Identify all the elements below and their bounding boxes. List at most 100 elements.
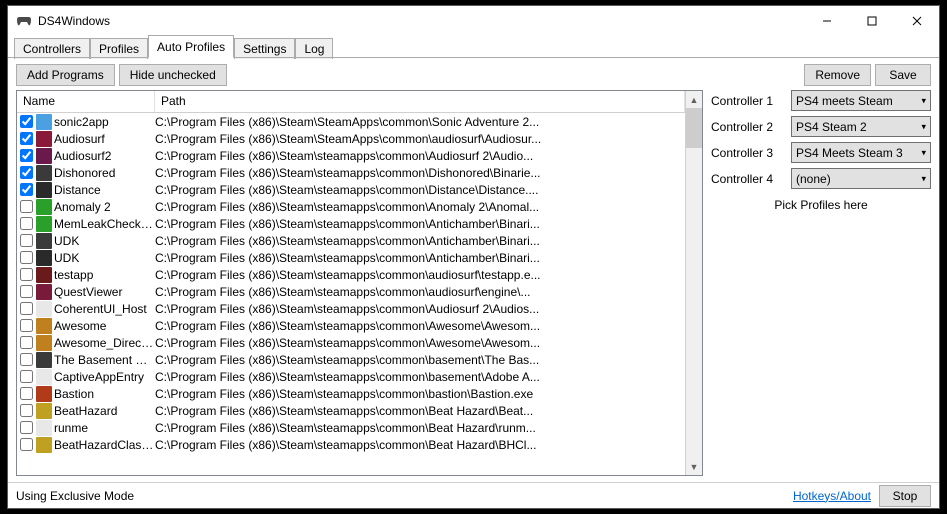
- program-icon: [36, 352, 52, 368]
- row-checkbox[interactable]: [20, 319, 33, 332]
- table-row[interactable]: The Basement Coll...C:\Program Files (x8…: [17, 351, 685, 368]
- scroll-track[interactable]: [686, 108, 702, 458]
- program-name: QuestViewer: [54, 285, 155, 299]
- table-row[interactable]: MemLeakCheckDif...C:\Program Files (x86)…: [17, 215, 685, 232]
- row-checkbox[interactable]: [20, 336, 33, 349]
- controller-1-profile-select[interactable]: PS4 meets Steam▾: [791, 90, 931, 111]
- table-row[interactable]: AudiosurfC:\Program Files (x86)\Steam\St…: [17, 130, 685, 147]
- add-programs-button[interactable]: Add Programs: [16, 64, 115, 86]
- table-row[interactable]: QuestViewerC:\Program Files (x86)\Steam\…: [17, 283, 685, 300]
- row-checkbox[interactable]: [20, 387, 33, 400]
- table-row[interactable]: CoherentUI_HostC:\Program Files (x86)\St…: [17, 300, 685, 317]
- table-row[interactable]: sonic2appC:\Program Files (x86)\Steam\St…: [17, 113, 685, 130]
- table-row[interactable]: DishonoredC:\Program Files (x86)\Steam\s…: [17, 164, 685, 181]
- row-checkbox[interactable]: [20, 421, 33, 434]
- select-value: PS4 meets Steam: [796, 94, 893, 108]
- row-checkbox[interactable]: [20, 251, 33, 264]
- program-icon: [36, 403, 52, 419]
- controller-2-profile-select[interactable]: PS4 Steam 2▾: [791, 116, 931, 137]
- row-checkbox[interactable]: [20, 234, 33, 247]
- controller-3-profile-select[interactable]: PS4 Meets Steam 3▾: [791, 142, 931, 163]
- chevron-down-icon: ▾: [921, 121, 926, 132]
- program-path: C:\Program Files (x86)\Steam\steamapps\c…: [155, 438, 682, 452]
- program-path: C:\Program Files (x86)\Steam\steamapps\c…: [155, 200, 682, 214]
- row-checkbox[interactable]: [20, 353, 33, 366]
- program-icon: [36, 284, 52, 300]
- program-icon: [36, 369, 52, 385]
- scroll-up-arrow-icon[interactable]: ▲: [686, 91, 702, 108]
- vertical-scrollbar[interactable]: ▲ ▼: [685, 91, 702, 475]
- program-name: BeatHazardClassic: [54, 438, 155, 452]
- tab-log[interactable]: Log: [295, 38, 333, 59]
- list-header: Name Path: [17, 91, 685, 113]
- program-path: C:\Program Files (x86)\Steam\steamapps\c…: [155, 421, 682, 435]
- program-icon: [36, 420, 52, 436]
- program-name: CoherentUI_Host: [54, 302, 155, 316]
- scroll-down-arrow-icon[interactable]: ▼: [686, 458, 702, 475]
- right-panel: Remove Save Controller 1PS4 meets Steam▾…: [711, 64, 931, 476]
- program-path: C:\Program Files (x86)\Steam\steamapps\c…: [155, 336, 682, 350]
- table-row[interactable]: UDKC:\Program Files (x86)\Steam\steamapp…: [17, 232, 685, 249]
- program-name: Distance: [54, 183, 155, 197]
- save-button[interactable]: Save: [875, 64, 931, 86]
- row-checkbox[interactable]: [20, 438, 33, 451]
- row-checkbox[interactable]: [20, 370, 33, 383]
- row-checkbox[interactable]: [20, 404, 33, 417]
- tab-profiles[interactable]: Profiles: [90, 38, 148, 59]
- table-row[interactable]: runmeC:\Program Files (x86)\Steam\steama…: [17, 419, 685, 436]
- program-name: testapp: [54, 268, 155, 282]
- tab-settings[interactable]: Settings: [234, 38, 295, 59]
- table-row[interactable]: BastionC:\Program Files (x86)\Steam\stea…: [17, 385, 685, 402]
- table-row[interactable]: CaptiveAppEntryC:\Program Files (x86)\St…: [17, 368, 685, 385]
- table-row[interactable]: testappC:\Program Files (x86)\Steam\stea…: [17, 266, 685, 283]
- header-name[interactable]: Name: [17, 91, 155, 112]
- stop-button[interactable]: Stop: [879, 485, 931, 507]
- header-path[interactable]: Path: [155, 91, 685, 112]
- maximize-button[interactable]: [849, 6, 894, 36]
- program-path: C:\Program Files (x86)\Steam\steamapps\c…: [155, 268, 682, 282]
- table-row[interactable]: Audiosurf2C:\Program Files (x86)\Steam\s…: [17, 147, 685, 164]
- status-bar: Using Exclusive Mode Hotkeys/About Stop: [8, 482, 939, 508]
- table-row[interactable]: UDKC:\Program Files (x86)\Steam\steamapp…: [17, 249, 685, 266]
- program-path: C:\Program Files (x86)\Steam\steamapps\c…: [155, 353, 682, 367]
- row-checkbox[interactable]: [20, 217, 33, 230]
- program-name: Awesome: [54, 319, 155, 333]
- minimize-button[interactable]: [804, 6, 849, 36]
- program-icon: [36, 233, 52, 249]
- titlebar: DS4Windows: [8, 6, 939, 36]
- program-path: C:\Program Files (x86)\Steam\steamapps\c…: [155, 404, 682, 418]
- program-path: C:\Program Files (x86)\Steam\steamapps\c…: [155, 149, 682, 163]
- controller-label: Controller 4: [711, 172, 783, 186]
- tab-strip: ControllersProfilesAuto ProfilesSettings…: [8, 36, 939, 58]
- program-path: C:\Program Files (x86)\Steam\steamapps\c…: [155, 370, 682, 384]
- table-row[interactable]: Awesome_DirectT...C:\Program Files (x86)…: [17, 334, 685, 351]
- row-checkbox[interactable]: [20, 115, 33, 128]
- row-checkbox[interactable]: [20, 268, 33, 281]
- remove-button[interactable]: Remove: [804, 64, 871, 86]
- row-checkbox[interactable]: [20, 302, 33, 315]
- table-row[interactable]: BeatHazardClassicC:\Program Files (x86)\…: [17, 436, 685, 453]
- row-checkbox[interactable]: [20, 200, 33, 213]
- program-path: C:\Program Files (x86)\Steam\steamapps\c…: [155, 319, 682, 333]
- row-checkbox[interactable]: [20, 166, 33, 179]
- program-name: MemLeakCheckDif...: [54, 217, 155, 231]
- table-row[interactable]: DistanceC:\Program Files (x86)\Steam\ste…: [17, 181, 685, 198]
- row-checkbox[interactable]: [20, 285, 33, 298]
- controller-4-profile-select[interactable]: (none)▾: [791, 168, 931, 189]
- program-icon: [36, 335, 52, 351]
- row-checkbox[interactable]: [20, 149, 33, 162]
- table-row[interactable]: AwesomeC:\Program Files (x86)\Steam\stea…: [17, 317, 685, 334]
- row-checkbox[interactable]: [20, 132, 33, 145]
- scroll-thumb[interactable]: [686, 108, 702, 148]
- table-row[interactable]: BeatHazardC:\Program Files (x86)\Steam\s…: [17, 402, 685, 419]
- row-checkbox[interactable]: [20, 183, 33, 196]
- list-body: sonic2appC:\Program Files (x86)\Steam\St…: [17, 113, 685, 475]
- tab-controllers[interactable]: Controllers: [14, 38, 90, 59]
- program-name: Audiosurf2: [54, 149, 155, 163]
- table-row[interactable]: Anomaly 2C:\Program Files (x86)\Steam\st…: [17, 198, 685, 215]
- close-button[interactable]: [894, 6, 939, 36]
- profiles-hint: Pick Profiles here: [711, 198, 931, 212]
- tab-auto-profiles[interactable]: Auto Profiles: [148, 35, 234, 58]
- hotkeys-about-link[interactable]: Hotkeys/About: [793, 489, 871, 503]
- hide-unchecked-button[interactable]: Hide unchecked: [119, 64, 227, 86]
